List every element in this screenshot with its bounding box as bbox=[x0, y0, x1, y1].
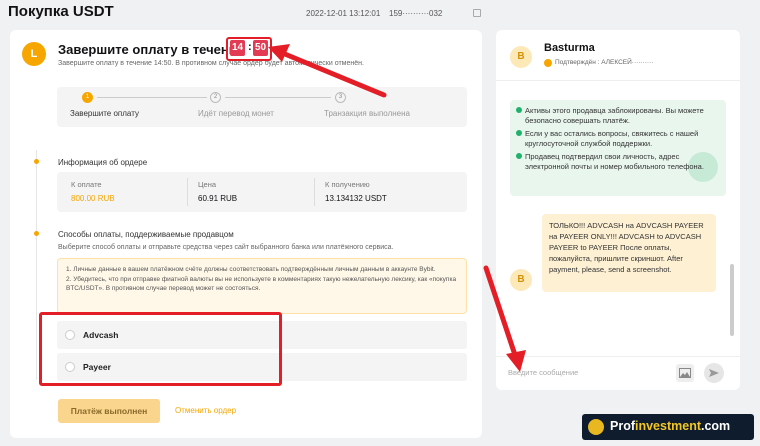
brand-watermark: Profinvestment.com bbox=[582, 414, 754, 440]
notice-item: Продавец подтвердил свои личность, адрес… bbox=[516, 152, 720, 172]
notice-item: Активы этого продавца заблокированы. Вы … bbox=[516, 106, 720, 126]
step-2-label: Идёт перевод монет bbox=[198, 109, 274, 118]
send-icon[interactable] bbox=[704, 363, 724, 383]
merchant-name[interactable]: Basturma bbox=[544, 42, 595, 54]
chat-scrollbar[interactable] bbox=[730, 264, 734, 336]
warning-line-2: 2. Убедитесь, что при отправке фиатной в… bbox=[66, 276, 457, 292]
annotation-highlight-box bbox=[39, 312, 282, 386]
notice-item: Если у вас остались вопросы, свяжитесь с… bbox=[516, 129, 720, 149]
timer-note: Завершите оплату в течение 14:50. В прот… bbox=[58, 60, 364, 67]
message-avatar: B bbox=[510, 269, 532, 291]
merchant-avatar: B bbox=[510, 46, 532, 68]
chat-panel: B Basturma Подтверждён : АЛЕКСЕЙ········… bbox=[496, 30, 740, 390]
step-2-circle: 2 bbox=[210, 92, 221, 103]
divider bbox=[496, 80, 740, 81]
price-label: Цена bbox=[198, 180, 217, 189]
brand-highlight: investment bbox=[635, 419, 701, 433]
payment-methods-title: Способы оплаты, поддерживаемые продавцом bbox=[58, 230, 234, 239]
order-info-title: Информация об ордере bbox=[58, 158, 148, 167]
notice-text: Продавец подтвердил свои личность, адрес… bbox=[525, 152, 704, 171]
timer-title: Завершите оплату в течение bbox=[58, 42, 244, 57]
order-summary: К оплате 800.00 RUB Цена 60.91 RUB К пол… bbox=[57, 172, 467, 212]
price-value: 60.91 RUB bbox=[198, 194, 238, 203]
payment-warning: 1. Личные данные в вашем платёжном счёте… bbox=[57, 258, 467, 314]
order-timestamp: 2022-12-01 13:12:01 bbox=[306, 9, 381, 18]
chat-message: ТОЛЬКО!!! ADVCASH на ADVCASH PAYEER на P… bbox=[542, 214, 716, 292]
progress-steps: 1 2 3 Завершите оплату Идёт перевод моне… bbox=[57, 87, 467, 127]
timeline-dot bbox=[34, 231, 39, 236]
brand-prefix: Prof bbox=[610, 419, 635, 433]
warning-line-1: 1. Личные данные в вашем платёжном счёте… bbox=[66, 266, 436, 273]
order-id: 159··········032 bbox=[389, 9, 443, 18]
annotation-timer-box bbox=[226, 37, 272, 61]
notice-text: Если у вас остались вопросы, свяжитесь с… bbox=[525, 129, 699, 148]
brand-suffix: .com bbox=[701, 419, 731, 433]
pay-label: К оплате bbox=[71, 180, 102, 189]
check-icon bbox=[516, 130, 522, 136]
receive-label: К получению bbox=[325, 180, 370, 189]
pay-value: 800.00 RUB bbox=[71, 194, 115, 203]
check-icon bbox=[516, 153, 522, 159]
payment-methods-subtitle: Выберите способ оплаты и отправьте средс… bbox=[58, 244, 394, 251]
receive-value: 13.134132 USDT bbox=[325, 194, 387, 203]
brand-text: Profinvestment.com bbox=[610, 419, 730, 433]
summary-divider bbox=[314, 178, 315, 206]
verified-shield-icon bbox=[544, 59, 552, 67]
image-upload-icon[interactable] bbox=[676, 364, 694, 382]
notice-text: Активы этого продавца заблокированы. Вы … bbox=[525, 106, 704, 125]
top-bar: Покупка USDT 2022-12-01 13:12:01 159····… bbox=[0, 0, 760, 26]
divider bbox=[496, 356, 740, 357]
step-1-label: Завершите оплату bbox=[70, 109, 139, 118]
chat-system-notice: Активы этого продавца заблокированы. Вы … bbox=[510, 100, 726, 196]
step-connector bbox=[97, 97, 207, 98]
step-connector bbox=[225, 97, 331, 98]
message-input[interactable] bbox=[508, 364, 668, 380]
timeline-dot bbox=[34, 159, 39, 164]
check-icon bbox=[516, 107, 522, 113]
step-1-circle: 1 bbox=[82, 92, 93, 103]
page-title: Покупка USDT bbox=[8, 3, 114, 20]
timeline-line bbox=[36, 150, 37, 380]
merchant-verified: Подтверждён : АЛЕКСЕЙ·········· bbox=[555, 59, 654, 66]
order-panel: L Завершите оплату в течение 14 : 50 Зав… bbox=[10, 30, 482, 438]
coin-logo-icon bbox=[588, 419, 604, 435]
copy-icon[interactable] bbox=[473, 9, 481, 17]
step-3-circle: 3 bbox=[335, 92, 346, 103]
clock-icon: L bbox=[22, 42, 46, 66]
summary-divider bbox=[187, 178, 188, 206]
payment-done-button[interactable]: Платёж выполнен bbox=[58, 399, 160, 423]
step-3-label: Транзакция выполнена bbox=[324, 109, 410, 118]
cancel-order-link[interactable]: Отменить ордер bbox=[175, 406, 236, 415]
